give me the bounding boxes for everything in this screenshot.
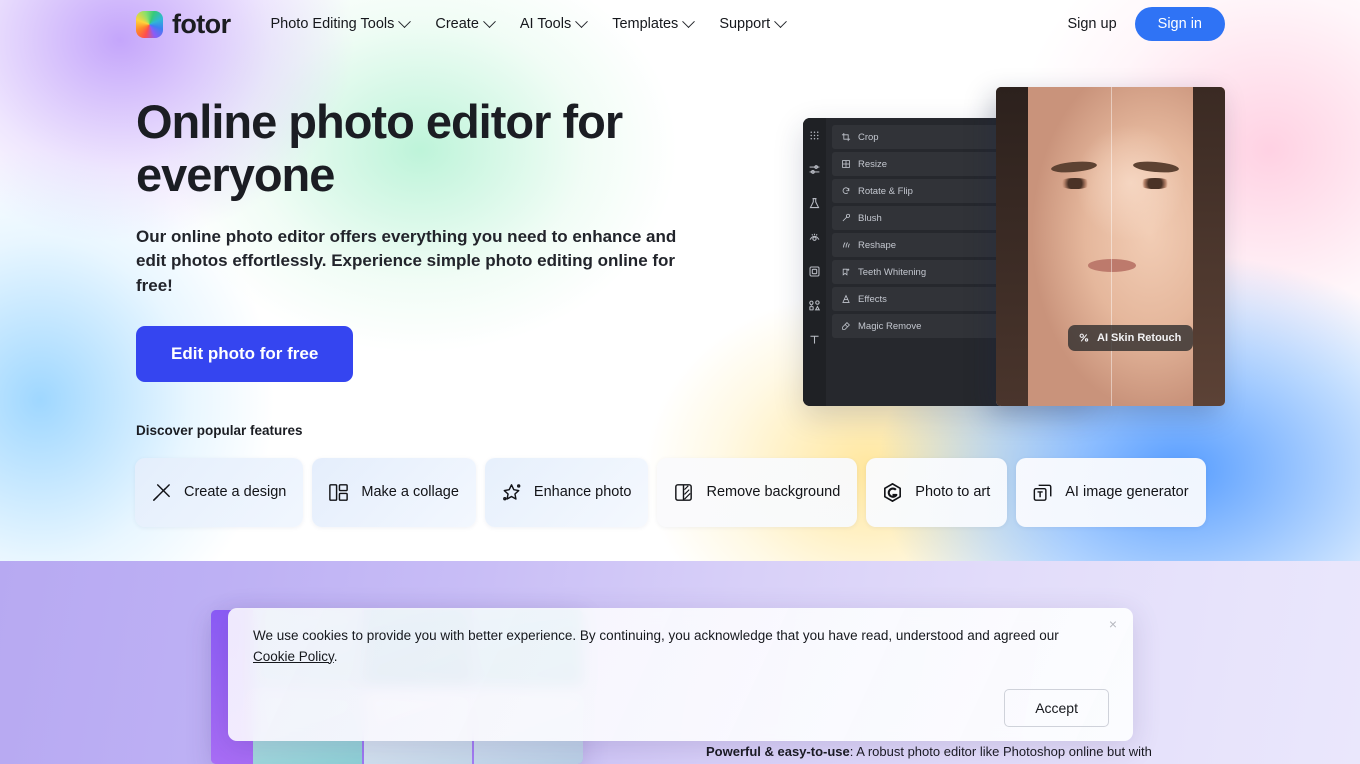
fotor-logo-icon: [136, 10, 163, 38]
beauty-flask-icon[interactable]: [808, 197, 821, 215]
cookie-policy-link[interactable]: Cookie Policy: [253, 649, 334, 664]
editor-menu-item-label: Rotate & Flip: [858, 185, 913, 197]
badge-label: AI Skin Retouch: [1097, 332, 1182, 344]
editor-menu-item-label: Resize: [858, 158, 888, 170]
feature-card-make-a-collage[interactable]: Make a collage: [312, 458, 476, 527]
blush-brush-icon: [842, 213, 851, 222]
page-root: fotor Photo Editing Tools Create AI Tool…: [0, 0, 1360, 764]
feature-card-ai-image-generator[interactable]: AI image generator: [1016, 458, 1206, 527]
chevron-down-icon: [483, 14, 496, 28]
sign-in-button[interactable]: Sign in: [1134, 7, 1225, 41]
fotor-logo-text: fotor: [172, 8, 231, 39]
frame-square-icon[interactable]: [808, 265, 821, 283]
features-row: Create a design Make a collage Enhance p…: [135, 458, 1206, 527]
hero-subtitle: Our online photo editor offers everythin…: [136, 227, 677, 295]
feature-card-remove-background[interactable]: Remove background: [657, 458, 858, 527]
sparkle-star-icon: [500, 481, 523, 504]
nav-item-label: Photo Editing Tools: [270, 16, 395, 32]
nav-item-label: AI Tools: [519, 16, 572, 32]
top-navigation-bar: fotor Photo Editing Tools Create AI Tool…: [0, 0, 1360, 48]
feature-card-label: Remove background: [706, 483, 841, 500]
editor-menu-item-label: Effects: [858, 293, 887, 305]
lower-paragraph-lead: Powerful & easy-to-use: [706, 744, 850, 759]
ai-skin-retouch-badge: AI Skin Retouch: [1068, 325, 1194, 351]
skin-retouch-icon: [1079, 333, 1089, 342]
feature-card-label: Enhance photo: [533, 483, 632, 500]
editor-preview-photo: [996, 87, 1225, 406]
photo-hair-right: [1192, 87, 1225, 406]
account-actions: Sign up Sign in: [1067, 7, 1225, 41]
cookie-text-before: We use cookies to provide you with bette…: [253, 628, 1059, 643]
editor-menu-item-label: Teeth Whitening: [858, 266, 927, 278]
wand-icon: [150, 481, 173, 504]
chevron-down-icon: [774, 14, 787, 28]
editor-menu-item-label: Reshape: [858, 239, 897, 251]
feature-card-enhance-photo[interactable]: Enhance photo: [484, 458, 649, 527]
before-after-divider[interactable]: [1110, 87, 1112, 406]
editor-tool-rail: [803, 118, 826, 406]
nav-item-ai-tools[interactable]: AI Tools: [519, 14, 589, 32]
nav-item-templates[interactable]: Templates: [612, 14, 696, 32]
feature-card-photo-to-art[interactable]: Photo to art: [866, 458, 1008, 527]
nav-item-support[interactable]: Support: [719, 14, 787, 32]
chevron-down-icon: [398, 14, 412, 28]
retouch-eye-icon[interactable]: [808, 231, 821, 249]
page-title: Online photo editor for everyone: [136, 95, 623, 201]
feature-card-label: Make a collage: [361, 483, 459, 500]
hero-section: fotor Photo Editing Tools Create AI Tool…: [0, 0, 1360, 561]
sign-up-link[interactable]: Sign up: [1067, 16, 1116, 32]
nav-menu: Photo Editing Tools Create AI Tools Temp…: [270, 14, 787, 32]
cookie-text-after: .: [333, 648, 338, 664]
feature-card-label: Create a design: [184, 483, 287, 500]
nav-item-label: Templates: [612, 16, 679, 32]
editor-mockup: Crop Resize Rotate & Flip Blush Reshape …: [803, 87, 1225, 406]
fotor-logo[interactable]: fotor: [136, 8, 231, 40]
text-tool-icon[interactable]: [808, 333, 821, 351]
close-icon[interactable]: ×: [1103, 614, 1123, 634]
chevron-down-icon: [682, 14, 696, 28]
teeth-whitening-icon: [842, 268, 850, 276]
accept-cookies-button[interactable]: Accept: [1004, 689, 1109, 727]
features-heading: Discover popular features: [136, 423, 303, 438]
collage-grid-icon: [327, 481, 350, 504]
rotate-flip-icon: [842, 187, 850, 194]
adjust-sliders-icon[interactable]: [808, 163, 821, 181]
magic-remove-icon: [842, 322, 850, 330]
nav-item-label: Support: [719, 16, 771, 32]
stickers-shapes-icon[interactable]: [808, 299, 821, 317]
resize-icon: [842, 160, 850, 168]
grid-dots-icon[interactable]: [808, 129, 821, 147]
nav-item-create[interactable]: Create: [435, 14, 496, 32]
feature-card-create-a-design[interactable]: Create a design: [135, 458, 304, 527]
editor-menu-item-label: Magic Remove: [858, 320, 922, 332]
background-remove-icon: [672, 481, 695, 504]
edit-photo-for-free-button[interactable]: Edit photo for free: [136, 325, 354, 382]
ai-image-stack-icon: [1031, 481, 1054, 504]
photo-lips: [1087, 259, 1136, 272]
crop-icon: [841, 132, 851, 142]
reshape-icon: [843, 242, 850, 248]
cookie-banner-text: We use cookies to provide you with bette…: [253, 626, 1073, 667]
lower-section-paragraph: Powerful & easy-to-use: A robust photo e…: [706, 742, 1206, 762]
effects-icon: [842, 294, 850, 303]
nav-item-label: Create: [435, 16, 479, 32]
art-hexagon-icon: [881, 481, 904, 504]
cookie-consent-banner: We use cookies to provide you with bette…: [228, 608, 1133, 741]
hero-copy: Online photo editor for everyone Our onl…: [136, 95, 696, 382]
lower-paragraph-rest: : A robust photo editor like Photoshop o…: [849, 744, 1152, 759]
nav-item-photo-editing-tools[interactable]: Photo Editing Tools: [270, 14, 412, 32]
editor-menu-item-label: Crop: [858, 131, 879, 143]
feature-card-label: AI image generator: [1065, 483, 1189, 500]
feature-card-label: Photo to art: [915, 483, 991, 500]
chevron-down-icon: [575, 14, 589, 28]
editor-menu-item-label: Blush: [858, 212, 882, 224]
